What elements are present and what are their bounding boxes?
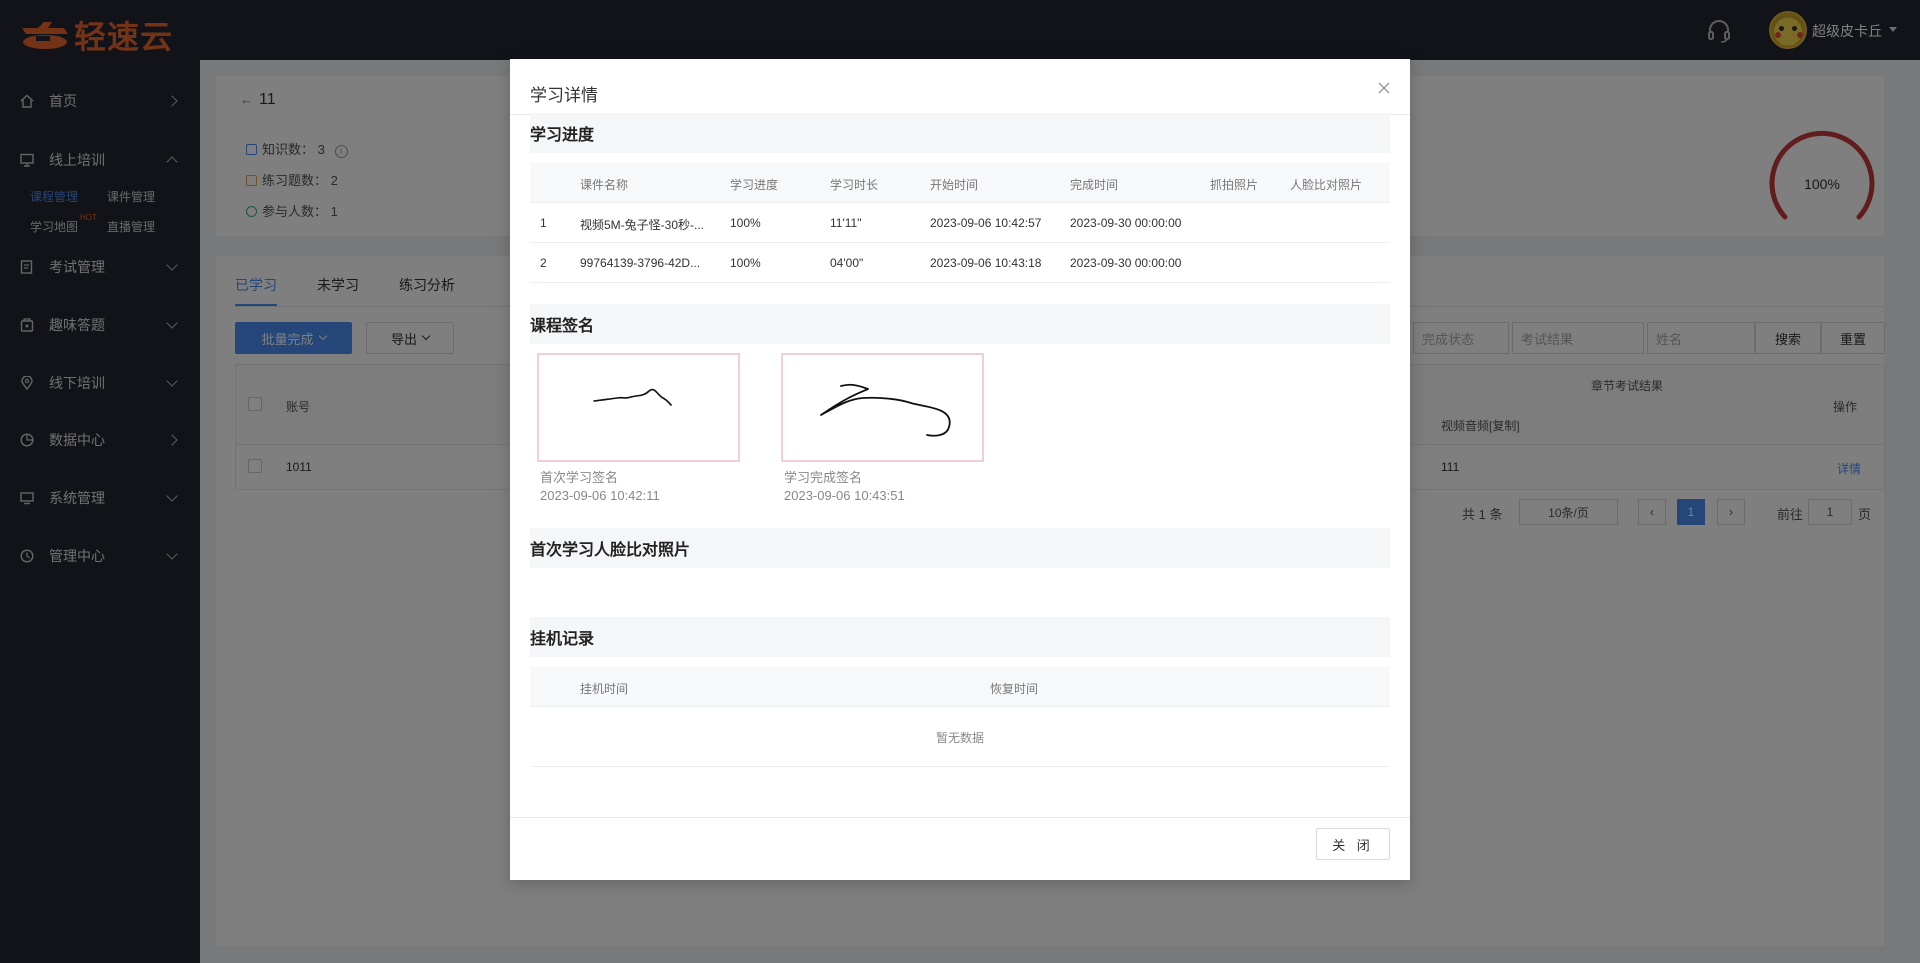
empty-state-text: 暂无数据 (936, 731, 985, 745)
col-courseware-name: 课件名称 (580, 178, 629, 192)
section-first-face-photo: 首次学习人脸比对照片 (530, 528, 1390, 568)
col-snapshot: 抓拍照片 (1210, 178, 1259, 192)
completion-signature-time: 2023-09-06 10:43:51 (784, 488, 905, 503)
row-duration: 11'11" (830, 216, 862, 230)
idle-records-table: 挂机时间 恢复时间 暂无数据 (530, 667, 1390, 767)
section-idle-records: 挂机记录 (530, 617, 1390, 657)
row-duration: 04'00" (830, 256, 864, 270)
row-start-time: 2023-09-06 10:42:57 (930, 216, 1042, 230)
idle-empty-row: 暂无数据 (530, 707, 1390, 767)
row-end-time: 2023-09-30 00:00:00 (1070, 216, 1182, 230)
first-signature-label: 首次学习签名 (540, 470, 619, 485)
row-progress: 100% (730, 216, 761, 230)
dialog-title: 学习详情 (530, 86, 598, 105)
signature-stroke (820, 383, 951, 437)
row-index: 1 (540, 216, 547, 230)
row-index: 2 (540, 256, 547, 270)
row-courseware-name: 视频5M-兔子怪-30秒-... (580, 218, 705, 232)
idle-table-header: 挂机时间 恢复时间 (530, 667, 1390, 707)
completion-signature-label: 学习完成签名 (784, 470, 863, 485)
col-start-time: 开始时间 (930, 178, 979, 192)
first-signature-image[interactable] (537, 353, 740, 462)
first-signature-time: 2023-09-06 10:42:11 (540, 488, 660, 503)
col-resume-time: 恢复时间 (990, 682, 1039, 696)
close-button[interactable]: 关 闭 (1316, 828, 1390, 860)
row-end-time: 2023-09-30 00:00:00 (1070, 256, 1182, 270)
col-progress: 学习进度 (730, 178, 779, 192)
section-course-signature: 课程签名 (530, 304, 1390, 344)
completion-signature-image[interactable] (781, 353, 984, 462)
row-progress: 100% (730, 256, 761, 270)
progress-table-header: 课件名称 学习进度 学习时长 开始时间 完成时间 抓拍照片 人脸比对照片 (530, 163, 1390, 203)
row-courseware-name: 99764139-3796-42D... (580, 256, 701, 270)
col-end-time: 完成时间 (1070, 178, 1119, 192)
col-face-photo: 人脸比对照片 (1290, 178, 1363, 192)
col-duration: 学习时长 (830, 178, 879, 192)
table-row: 1 视频5M-兔子怪-30秒-... 100% 11'11" 2023-09-0… (530, 203, 1390, 243)
learning-detail-dialog: 学习详情 学习进度 课件名称 学习进度 学习时长 开始时间 完成时间 抓拍照片 … (510, 59, 1410, 880)
row-start-time: 2023-09-06 10:43:18 (930, 256, 1042, 270)
close-icon[interactable] (1376, 80, 1392, 96)
table-row: 2 99764139-3796-42D... 100% 04'00" 2023-… (530, 243, 1390, 283)
col-idle-time: 挂机时间 (580, 682, 629, 696)
close-button-label: 关 闭 (1332, 837, 1374, 853)
signature-stroke (593, 388, 672, 406)
section-learning-progress: 学习进度 (530, 113, 1390, 153)
dialog-footer-divider (510, 817, 1410, 818)
progress-table: 课件名称 学习进度 学习时长 开始时间 完成时间 抓拍照片 人脸比对照片 1 视… (530, 163, 1390, 284)
